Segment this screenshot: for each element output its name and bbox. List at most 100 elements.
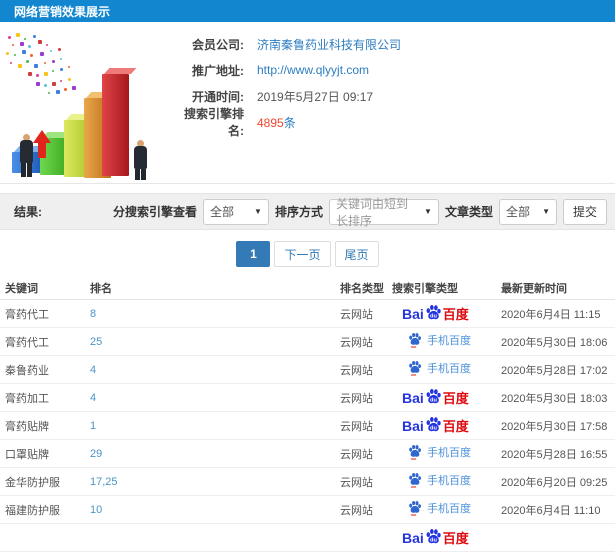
info-row-url: 推广地址: http://www.qlyyjt.com xyxy=(170,57,615,83)
result-label: 结果: xyxy=(14,205,42,219)
keyword-cell: 口罩贴牌 xyxy=(0,439,90,468)
baidu-pc-logo: Bai du 百度 xyxy=(402,528,469,546)
title-bar: 网络营销效果展示 xyxy=(0,0,615,22)
pagination: 1 下一页 尾页 xyxy=(0,241,615,267)
updated-cell: 2020年6月4日 11:15 xyxy=(494,299,615,328)
up-arrow-icon xyxy=(33,130,51,160)
updated-cell: 2020年5月30日 17:58 xyxy=(494,411,615,440)
article-type-select[interactable]: 全部 ▼ xyxy=(498,198,557,225)
engine-cell: Bai du 百度 xyxy=(392,523,494,552)
rank-link[interactable]: 4 xyxy=(90,364,96,376)
info-row-company: 会员公司: 济南秦鲁药业科技有限公司 xyxy=(170,31,615,57)
filter-controls: 分搜索引擎查看 全部 ▼ 排序方式 关键词由短到长排序 ▼ 文章类型 全部 ▼ … xyxy=(113,197,607,228)
last-page-button[interactable]: 尾页 xyxy=(334,241,379,267)
rank-cell: 29 xyxy=(90,439,340,468)
svg-text:du: du xyxy=(430,398,437,404)
keyword-cell: 金华防护服 xyxy=(0,467,90,496)
company-link[interactable]: 济南秦鲁药业科技有限公司 xyxy=(257,36,401,53)
rank-cell: 4 xyxy=(90,383,340,412)
engine-cell: 手机百度 xyxy=(392,495,494,524)
bar-chart-illustration xyxy=(0,30,170,180)
businessman-figure-left xyxy=(20,134,33,177)
updated-cell: 2020年5月30日 18:06 xyxy=(494,327,615,356)
engine-cell: 手机百度 xyxy=(392,327,494,356)
rank-cell: 25 xyxy=(90,327,340,356)
chevron-down-icon: ▼ xyxy=(254,207,262,216)
table-row: 膏药加工 4 云网站 Bai du 百度 2020年5月30日 18:03 xyxy=(0,383,615,412)
baidu-paw-icon xyxy=(409,360,421,376)
baidu-pc-logo: Bai du 百度 xyxy=(402,304,469,322)
baidu-paw-icon: du xyxy=(426,388,441,404)
table-row: 口罩贴牌 29 云网站 手机百度 2020年5月28日 16:55 xyxy=(0,439,615,468)
url-label: 推广地址: xyxy=(192,63,244,78)
svg-text:du: du xyxy=(430,426,437,432)
next-page-button[interactable]: 下一页 xyxy=(274,241,331,267)
rank-type-cell: 云网站 xyxy=(340,411,392,440)
rank-cell: 10 xyxy=(90,495,340,524)
rank-count-label: 搜索引擎排名: xyxy=(183,107,244,138)
rank-type-cell: 云网站 xyxy=(340,439,392,468)
baidu-mobile-logo: 手机百度 xyxy=(392,444,471,460)
table-row: 膏药贴牌 1 云网站 Bai du 百度 2020年5月30日 17:58 xyxy=(0,411,615,440)
top-section: 会员公司: 济南秦鲁药业科技有限公司 推广地址: http://www.qlyy… xyxy=(0,22,615,184)
keyword-cell: 膏药代工 xyxy=(0,327,90,356)
company-label: 会员公司: xyxy=(192,37,244,52)
rank-type-cell: 云网站 xyxy=(340,383,392,412)
keyword-cell: 膏药代工 xyxy=(0,299,90,328)
updated-cell: 2020年5月28日 17:02 xyxy=(494,355,615,384)
rank-type-cell: 云网站 xyxy=(340,495,392,524)
rank-link[interactable]: 8 xyxy=(90,308,96,320)
baidu-pc-logo: Bai du 百度 xyxy=(402,416,469,434)
rank-count-suffix: 条 xyxy=(283,115,296,130)
open-time-value: 2019年5月27日 09:17 xyxy=(257,89,374,104)
page-number-1[interactable]: 1 xyxy=(236,241,271,267)
rank-link[interactable]: 4 xyxy=(90,392,96,404)
rank-link[interactable]: 25 xyxy=(90,336,102,348)
article-type-label: 文章类型 xyxy=(444,205,493,219)
updated-cell: 2020年6月20日 09:25 xyxy=(494,467,615,496)
rank-link[interactable]: 10 xyxy=(90,504,102,516)
businessman-figure-right xyxy=(134,140,147,180)
keyword-cell: 膏药贴牌 xyxy=(0,411,90,440)
info-row-rank-count: 搜索引擎排名: 4895条 xyxy=(170,107,615,138)
rank-type-cell: 云网站 xyxy=(340,467,392,496)
engine-cell: 手机百度 xyxy=(392,467,494,496)
updated-cell: 2020年5月28日 16:55 xyxy=(494,439,615,468)
engine-filter-value: 全部 xyxy=(209,205,234,219)
submit-button[interactable]: 提交 xyxy=(562,198,607,225)
keyword-cell: 膏药加工 xyxy=(0,383,90,412)
baidu-mobile-logo: 手机百度 xyxy=(392,472,471,488)
baidu-pc-logo: Bai du 百度 xyxy=(402,388,469,406)
chart-bar-red xyxy=(102,74,129,176)
baidu-mobile-logo: 手机百度 xyxy=(392,500,471,516)
updated-cell xyxy=(494,523,615,552)
table-row: Bai du 百度 xyxy=(0,523,615,552)
rank-type-cell: 云网站 xyxy=(340,327,392,356)
baidu-paw-icon xyxy=(409,500,421,516)
table-body: 膏药代工 8 云网站 Bai du 百度 2020年6月4日 11:15 膏药代… xyxy=(0,299,615,552)
keyword-cell: 秦鲁药业 xyxy=(0,355,90,384)
sort-value: 关键词由短到长排序 xyxy=(335,196,408,228)
rank-link[interactable]: 1 xyxy=(90,420,96,432)
promotion-url-link[interactable]: http://www.qlyyjt.com xyxy=(257,63,369,77)
rank-link[interactable]: 17,25 xyxy=(90,476,118,488)
engine-cell: Bai du 百度 xyxy=(392,411,494,440)
table-header: 关键词 排名 排名类型 搜索引擎类型 最新更新时间 xyxy=(0,276,615,300)
engine-filter-select[interactable]: 全部 ▼ xyxy=(202,198,269,225)
col-header-keyword: 关键词 xyxy=(0,276,90,300)
rank-type-cell: 云网站 xyxy=(340,299,392,328)
svg-text:du: du xyxy=(430,314,437,320)
company-info: 会员公司: 济南秦鲁药业科技有限公司 推广地址: http://www.qlyy… xyxy=(170,22,615,139)
baidu-paw-icon: du xyxy=(426,416,441,432)
col-header-updated: 最新更新时间 xyxy=(494,276,615,300)
col-header-rank: 排名 xyxy=(90,276,340,300)
rank-link[interactable]: 29 xyxy=(90,448,102,460)
sort-select[interactable]: 关键词由短到长排序 ▼ xyxy=(328,197,439,228)
table-row: 膏药代工 25 云网站 手机百度 2020年5月30日 18:06 xyxy=(0,327,615,356)
rank-cell: 4 xyxy=(90,355,340,384)
table-row: 福建防护服 10 云网站 手机百度 2020年6月4日 11:10 xyxy=(0,495,615,524)
open-time-label: 开通时间: xyxy=(192,89,244,104)
baidu-paw-icon xyxy=(409,472,421,488)
updated-cell: 2020年5月30日 18:03 xyxy=(494,383,615,412)
col-header-rank-type: 排名类型 xyxy=(340,276,392,300)
